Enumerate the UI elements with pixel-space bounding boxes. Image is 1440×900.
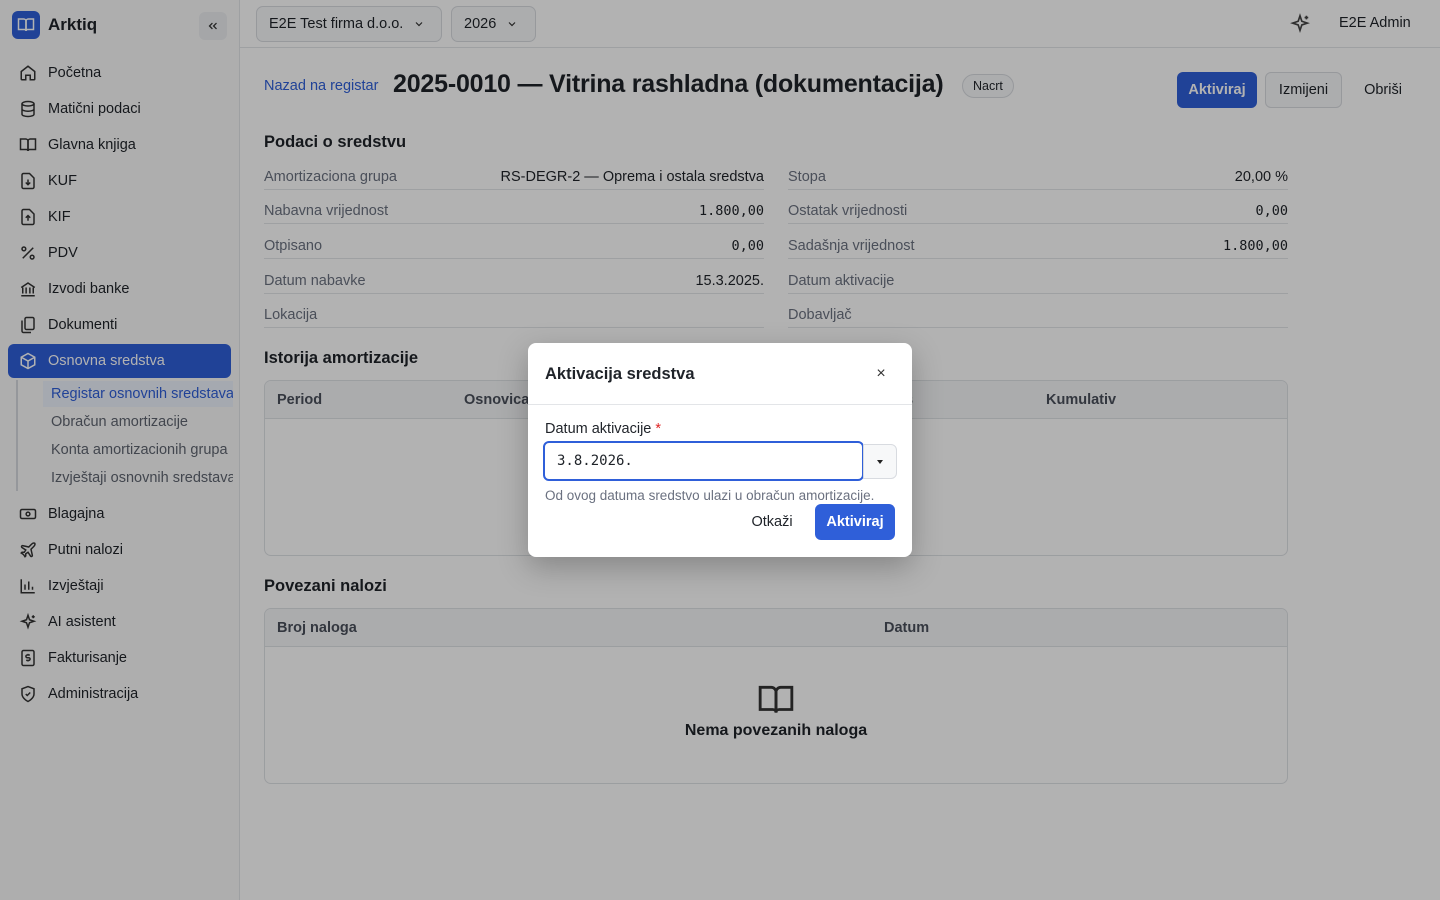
close-icon[interactable]: × bbox=[868, 363, 894, 385]
date-field-label: Datum aktivacije * bbox=[545, 421, 661, 437]
required-mark: * bbox=[655, 421, 662, 437]
date-field-label-text: Datum aktivacije bbox=[545, 421, 652, 437]
dialog-divider bbox=[528, 404, 912, 405]
date-picker-button[interactable] bbox=[863, 444, 897, 479]
date-hint: Od ovog datuma sredstvo ulazi u obračun … bbox=[545, 488, 875, 503]
confirm-activate-button[interactable]: Aktiviraj bbox=[815, 504, 895, 540]
activation-dialog: Aktivacija sredstva × Datum aktivacije * … bbox=[528, 343, 912, 557]
activation-date-input[interactable]: 3.8.2026. bbox=[543, 441, 864, 481]
dialog-title: Aktivacija sredstva bbox=[545, 365, 695, 383]
cancel-button[interactable]: Otkaži bbox=[738, 504, 806, 540]
caret-down-icon bbox=[877, 459, 883, 464]
